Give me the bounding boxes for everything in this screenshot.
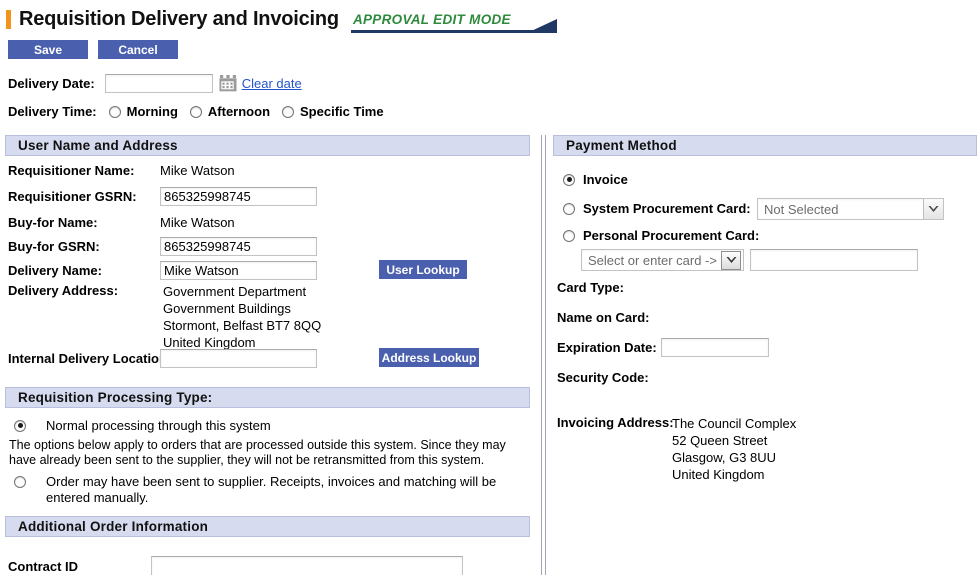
title-accent-bar (6, 9, 11, 29)
section-header-payment-method: Payment Method (553, 135, 977, 156)
page-title: Requisition Delivery and Invoicing (19, 7, 339, 30)
delivery-address-line: Government Buildings (163, 301, 291, 316)
calendar-icon[interactable] (219, 75, 237, 92)
contract-id-label: Contract ID (8, 559, 79, 574)
internal-delivery-location-row: Internal Delivery Location: (8, 349, 317, 368)
processing-option-normal-label: Normal processing through this system (46, 418, 271, 433)
requisitioner-gsrn-label: Requisitioner GSRN: (8, 189, 137, 204)
section-header-user-name-and-address: User Name and Address (5, 135, 530, 156)
delivery-name-row: Delivery Name: (8, 261, 317, 280)
chevron-down-icon[interactable] (721, 250, 741, 270)
buyfor-gsrn-input[interactable] (160, 237, 317, 256)
buyfor-gsrn-row: Buy-for GSRN: (8, 237, 317, 256)
personal-card-number-input[interactable] (750, 249, 918, 271)
delivery-date-row: Delivery Date: Clear date (8, 74, 302, 93)
payment-option-system-card[interactable]: System Procurement Card: (563, 201, 751, 216)
personal-card-select[interactable]: Select or enter card -> (581, 249, 744, 271)
processing-type-note: The options below apply to orders that a… (9, 438, 506, 467)
processing-option-manual-label: Order may have been sent to supplier. Re… (46, 474, 497, 505)
invoicing-address-line: United Kingdom (672, 467, 765, 482)
requisitioner-gsrn-input[interactable] (160, 187, 317, 206)
system-procurement-card-select[interactable]: Not Selected (757, 198, 944, 220)
section-header-additional-order-information: Additional Order Information (5, 516, 530, 537)
panel-divider (541, 135, 547, 575)
delivery-time-label: Delivery Time: (8, 104, 97, 119)
card-type-label: Card Type: (557, 280, 624, 295)
radio-afternoon[interactable] (189, 105, 202, 118)
processing-option-manual[interactable]: Order may have been sent to supplier. Re… (14, 474, 524, 506)
radio-personal-procurement-card[interactable] (563, 229, 575, 242)
processing-option-normal[interactable]: Normal processing through this system (14, 418, 271, 433)
delivery-time-option-specific[interactable]: Specific Time (282, 104, 384, 119)
user-lookup-button[interactable]: User Lookup (379, 260, 467, 279)
payment-option-invoice[interactable]: Invoice (563, 172, 628, 187)
requisitioner-name-label: Requisitioner Name: (8, 163, 135, 178)
cancel-button[interactable]: Cancel (98, 40, 178, 59)
radio-afternoon-label: Afternoon (207, 104, 271, 119)
delivery-address-value: Government Department Government Buildin… (160, 283, 321, 351)
security-code-label: Security Code: (557, 370, 649, 385)
delivery-name-input[interactable] (160, 261, 317, 280)
radio-specific-time[interactable] (282, 105, 295, 118)
invoicing-address-row: Invoicing Address: The Council Complex 5… (557, 415, 796, 483)
internal-delivery-location-label: Internal Delivery Location: (8, 351, 172, 366)
delivery-name-label: Delivery Name: (8, 263, 102, 278)
invoicing-address-line: 52 Queen Street (672, 433, 768, 448)
security-code-row: Security Code: (557, 370, 672, 385)
name-on-card-row: Name on Card: (557, 310, 672, 325)
approval-edit-mode-badge: APPROVAL EDIT MODE (350, 11, 557, 33)
payment-option-invoice-label: Invoice (583, 172, 628, 187)
card-type-row: Card Type: (557, 280, 672, 295)
contract-id-input[interactable] (151, 556, 463, 575)
payment-option-system-card-label: System Procurement Card: (583, 201, 751, 216)
expiration-date-row: Expiration Date: (557, 338, 769, 357)
radio-normal-processing[interactable] (14, 419, 26, 432)
radio-system-procurement-card[interactable] (563, 202, 575, 215)
internal-delivery-location-input[interactable] (160, 349, 317, 368)
buyfor-name-row: Buy-for Name: Mike Watson (8, 215, 235, 230)
requisitioner-name-value: Mike Watson (160, 163, 235, 178)
invoicing-address-value: The Council Complex 52 Queen Street Glas… (672, 415, 796, 483)
clear-date-link[interactable]: Clear date (242, 76, 302, 91)
radio-specific-time-label: Specific Time (300, 104, 384, 119)
buyfor-name-label: Buy-for Name: (8, 215, 98, 230)
radio-morning[interactable] (108, 105, 121, 118)
invoicing-address-line: Glasgow, G3 8UU (672, 450, 777, 465)
arrow-right-icon (526, 18, 557, 33)
delivery-address-line: Government Department (163, 284, 307, 299)
buyfor-gsrn-label: Buy-for GSRN: (8, 239, 100, 254)
chevron-down-icon[interactable] (923, 199, 943, 219)
address-lookup-button[interactable]: Address Lookup (379, 348, 479, 367)
system-procurement-card-select-value: Not Selected (764, 201, 839, 217)
delivery-time-option-afternoon[interactable]: Afternoon (189, 104, 271, 119)
requisitioner-gsrn-row: Requisitioner GSRN: (8, 187, 317, 206)
payment-option-personal-card-label: Personal Procurement Card: (583, 228, 760, 243)
name-on-card-label: Name on Card: (557, 310, 650, 325)
invoicing-address-label: Invoicing Address: (557, 415, 674, 430)
requisitioner-name-row: Requisitioner Name: Mike Watson (8, 163, 235, 178)
section-header-requisition-processing-type: Requisition Processing Type: (5, 387, 530, 408)
radio-morning-label: Morning (126, 104, 178, 119)
expiration-date-label: Expiration Date: (557, 340, 657, 355)
payment-option-personal-card[interactable]: Personal Procurement Card: (563, 228, 759, 243)
delivery-time-row: Delivery Time: Morning Afternoon Specifi… (8, 104, 384, 119)
page-header: Requisition Delivery and Invoicing APPRO… (0, 6, 557, 33)
approval-edit-mode-label: APPROVAL EDIT MODE (352, 11, 511, 27)
expiration-date-input[interactable] (661, 338, 769, 357)
save-button[interactable]: Save (8, 40, 88, 59)
buyfor-name-value: Mike Watson (160, 215, 235, 230)
delivery-address-label: Delivery Address: (8, 283, 119, 298)
invoicing-address-line: The Council Complex (672, 416, 797, 431)
delivery-date-input[interactable] (104, 74, 213, 93)
delivery-address-line: Stormont, Belfast BT7 8QQ (163, 318, 322, 333)
delivery-address-row: Delivery Address: Government Department … (8, 283, 321, 351)
personal-card-select-value: Select or enter card -> (588, 252, 717, 268)
delivery-date-label: Delivery Date: (8, 76, 95, 91)
radio-invoice[interactable] (563, 173, 575, 186)
radio-manual-processing[interactable] (14, 476, 26, 488)
delivery-time-option-morning[interactable]: Morning (108, 104, 178, 119)
contract-id-row: Contract ID (8, 556, 463, 575)
